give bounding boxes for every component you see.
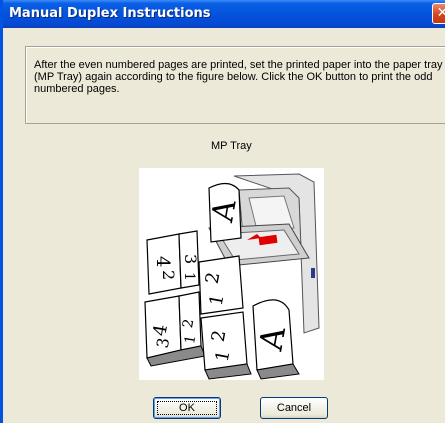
focus-ring <box>157 401 217 415</box>
title-bar[interactable]: Manual Duplex Instructions <box>3 0 445 28</box>
figure-label: MP Tray <box>211 140 252 152</box>
ok-button[interactable]: OK <box>153 397 221 419</box>
page-glyph: 1 <box>181 272 197 281</box>
close-button[interactable]: ✕ <box>432 3 445 24</box>
instructions-text: After the even numbered pages are printe… <box>34 59 443 95</box>
dialog-window: Manual Duplex Instructions ✕ After the e… <box>0 0 445 423</box>
page-glyph: 4 <box>152 256 173 267</box>
cancel-button[interactable]: Cancel <box>260 397 328 419</box>
mp-tray-illustration: A 4 3 2 1 2 1 4 3 2 1 2 1 A <box>144 173 320 380</box>
window-title: Manual Duplex Instructions <box>9 6 211 21</box>
close-icon: ✕ <box>436 5 445 21</box>
page-glyph: 3 <box>181 254 200 264</box>
cancel-button-label: Cancel <box>276 402 312 414</box>
mp-tray-figure: A 4 3 2 1 2 1 4 3 2 1 2 1 A <box>139 168 324 380</box>
instructions-panel: After the even numbered pages are printe… <box>25 46 445 124</box>
page-glyph: 2 <box>159 270 178 280</box>
